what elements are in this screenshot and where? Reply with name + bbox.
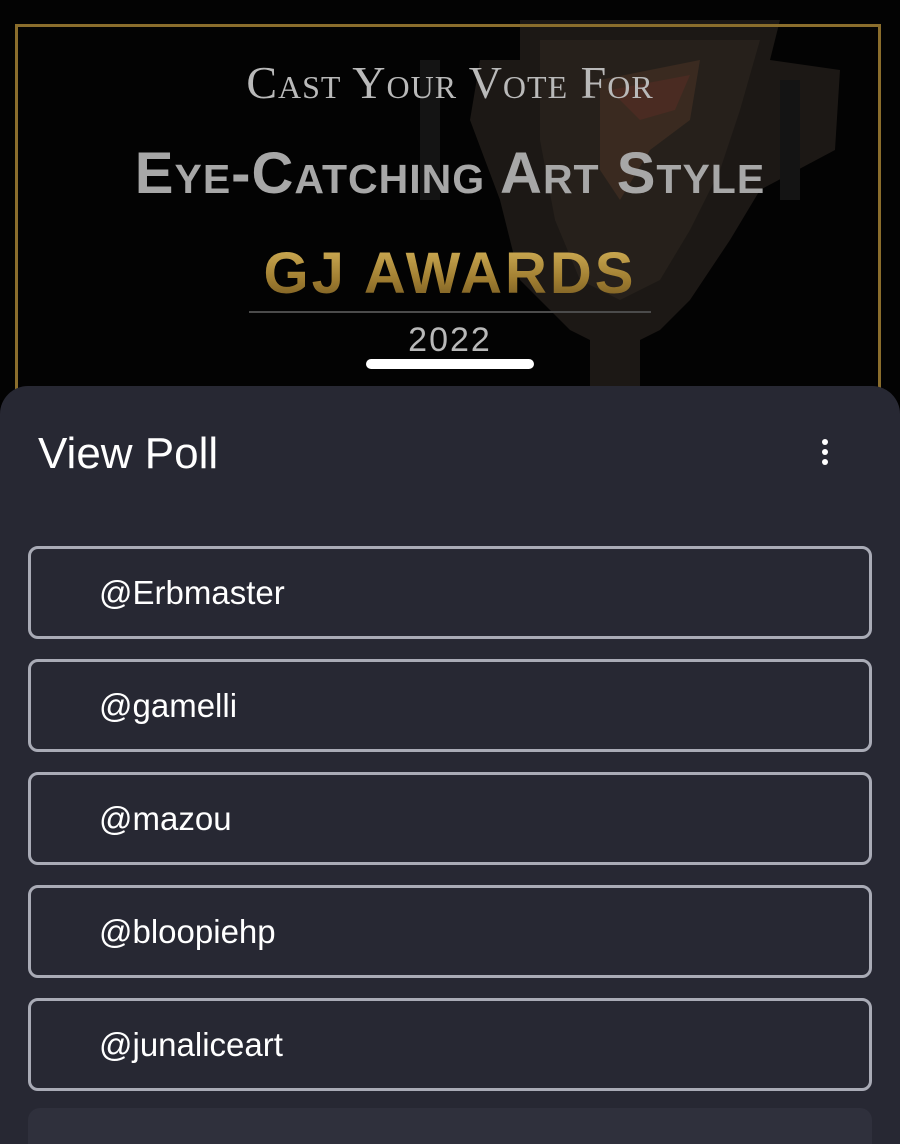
poll-option-bloopiehp[interactable]: @bloopiehp bbox=[28, 885, 872, 978]
poll-option-label: @bloopiehp bbox=[99, 912, 276, 950]
poll-bottom-sheet: View Poll @Erbmaster @gamelli @mazou @bl… bbox=[0, 386, 900, 1144]
poll-option-mazou[interactable]: @mazou bbox=[28, 772, 872, 865]
banner-awards-title: GJ AWARDS bbox=[0, 242, 900, 306]
more-vertical-icon bbox=[822, 439, 828, 445]
poll-option-label: @gamelli bbox=[99, 686, 238, 724]
banner-divider bbox=[249, 311, 651, 313]
poll-option-label: @mazou bbox=[99, 799, 232, 837]
poll-banner-image: Cast Your Vote For Eye-Catching Art Styl… bbox=[0, 0, 900, 400]
more-vertical-icon-dot bbox=[822, 459, 828, 465]
banner-year: 2022 bbox=[408, 321, 492, 359]
more-options-button[interactable] bbox=[805, 430, 845, 474]
more-vertical-icon-dot bbox=[822, 449, 828, 455]
screen: Cast Your Vote For Eye-Catching Art Styl… bbox=[0, 0, 900, 1144]
poll-option-junaliceart[interactable]: @junaliceart bbox=[28, 998, 872, 1091]
sheet-drag-handle[interactable] bbox=[366, 359, 534, 369]
banner-subtitle: Cast Your Vote For bbox=[246, 57, 654, 108]
poll-option-erbmaster[interactable]: @Erbmaster bbox=[28, 546, 872, 639]
poll-option-gamelli[interactable]: @gamelli bbox=[28, 659, 872, 752]
poll-option-label: @Erbmaster bbox=[99, 573, 285, 611]
poll-options-list: @Erbmaster @gamelli @mazou @bloopiehp @j… bbox=[28, 546, 872, 1111]
poll-footer-panel bbox=[28, 1108, 872, 1144]
poll-option-label: @junaliceart bbox=[99, 1025, 283, 1063]
banner-title: Eye-Catching Art Style bbox=[134, 141, 766, 206]
sheet-title: View Poll bbox=[38, 429, 219, 478]
